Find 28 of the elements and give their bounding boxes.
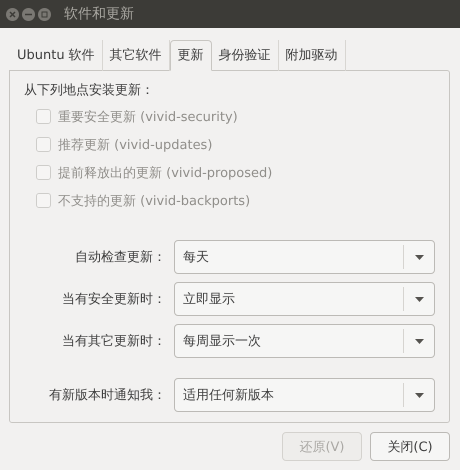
checkbox-label: 重要安全更新 (vivid-security) [58,108,238,126]
caret-icon [414,296,424,302]
close-button[interactable] [6,8,19,20]
window-title: 软件和更新 [64,5,134,23]
dropdown[interactable]: 立即显示 [174,282,435,316]
checkbox-label: 提前释放出的更新 (vivid-proposed) [58,164,272,182]
field-label: 有新版本时通知我： [48,387,166,404]
tab[interactable]: 更新 [170,40,212,71]
field-label: 当有其它更新时： [61,333,166,350]
dropdown[interactable]: 每天 [174,240,435,274]
checkbox-label: 不支持的更新 (vivid-backports) [58,192,250,210]
tab[interactable]: 附加驱动 [278,40,346,71]
minimize-button[interactable] [22,8,35,20]
dropdown[interactable]: 适用任何新版本 [174,378,435,412]
tab[interactable]: Ubuntu 软件 [10,40,103,71]
caret-icon [414,254,424,260]
maximize-icon [41,10,48,18]
checkbox-label: 推荐更新 (vivid-updates) [58,136,212,154]
tab[interactable]: 身份验证 [212,40,279,71]
close-icon [9,10,16,18]
maximize-button[interactable] [38,8,51,20]
dialog-button[interactable]: 关闭(C) [370,432,450,461]
field-label: 当有安全更新时： [61,291,166,308]
dropdown[interactable]: 每周显示一次 [174,324,435,358]
field-label: 自动检查更新： [74,249,166,266]
caret-icon [414,392,424,398]
section-heading: 从下列地点安装更新： [24,82,155,99]
caret-icon [414,338,424,344]
